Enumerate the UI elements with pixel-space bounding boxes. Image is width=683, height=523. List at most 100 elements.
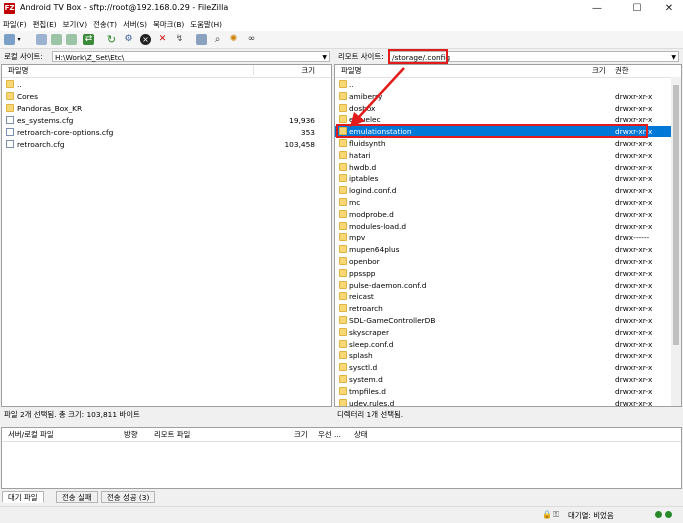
- folder-icon: [339, 304, 347, 313]
- file-name: modprobe.d: [349, 209, 394, 219]
- folder-icon: [339, 162, 347, 171]
- site-manager-icon[interactable]: [4, 34, 15, 45]
- file-permissions: drwxr-xr-x: [615, 292, 653, 302]
- remote-file-row[interactable]: modprobe.d drwxr-xr-x: [335, 209, 671, 220]
- folder-icon: [339, 268, 347, 277]
- local-site-label: 로컬 사이트:: [4, 52, 43, 61]
- folder-icon: [339, 245, 347, 254]
- queue-col-file[interactable]: 서버/로컬 파일: [8, 428, 54, 441]
- toggle-remote-tree-icon[interactable]: [66, 34, 77, 45]
- remote-file-row[interactable]: SDL-GameControllerDB drwxr-xr-x: [335, 315, 671, 326]
- remote-file-row[interactable]: mupen64plus drwxr-xr-x: [335, 244, 671, 255]
- menu-server[interactable]: 서버(S): [120, 18, 150, 31]
- remote-file-row[interactable]: hatari drwxr-xr-x: [335, 150, 671, 161]
- file-name: sleep.conf.d: [349, 339, 394, 349]
- file-permissions: drwxr-xr-x: [615, 268, 653, 278]
- lock-icon: 🔒: [542, 510, 552, 519]
- refresh-icon[interactable]: ↻: [106, 34, 117, 45]
- queue-col-remote[interactable]: 리모트 파일: [154, 428, 190, 441]
- queue-col-status[interactable]: 상태: [354, 428, 368, 441]
- find-files-icon[interactable]: ∞: [246, 34, 257, 45]
- remote-scrollbar-thumb[interactable]: [673, 85, 679, 345]
- tab-queued-files[interactable]: 대기 파일: [2, 491, 44, 503]
- file-permissions: drwxr-xr-x: [615, 351, 653, 361]
- remote-file-row[interactable]: fluidsynth drwxr-xr-x: [335, 138, 671, 149]
- local-file-row[interactable]: Cores: [2, 91, 331, 102]
- minimize-button[interactable]: —: [580, 0, 614, 18]
- folder-icon: [339, 139, 347, 147]
- file-permissions: drwxr-xr-x: [615, 280, 653, 290]
- remote-file-row[interactable]: ppsspp drwxr-xr-x: [335, 268, 671, 279]
- remote-file-row[interactable]: hwdb.d drwxr-xr-x: [335, 162, 671, 173]
- remote-file-row[interactable]: udev.rules.d drwxr-xr-x: [335, 398, 671, 406]
- local-file-row[interactable]: retroarch.cfg 103,458: [2, 139, 331, 150]
- tab-successful-transfers[interactable]: 전송 성공 (3): [101, 491, 156, 503]
- local-site-path-input[interactable]: H:\Work\Z_Set\Etc\ ▼: [52, 51, 330, 62]
- local-file-list[interactable]: 파일명 크기 .. Cores Pandoras_Box_KR es_systems.…: [1, 64, 332, 407]
- menu-transfer[interactable]: 전송(T): [90, 18, 120, 31]
- queue-col-priority[interactable]: 우선 ...: [318, 428, 341, 441]
- remote-file-row[interactable]: sleep.conf.d drwxr-xr-x: [335, 339, 671, 350]
- remote-file-row[interactable]: splash drwxr-xr-x: [335, 350, 671, 361]
- tab-failed-transfers[interactable]: 전송 실패: [56, 491, 98, 503]
- local-file-row[interactable]: ..: [2, 79, 331, 90]
- local-file-row[interactable]: es_systems.cfg 19,936: [2, 115, 331, 126]
- activity-led-send: [655, 511, 662, 518]
- reconnect-icon[interactable]: ↯: [174, 34, 185, 45]
- remote-file-row[interactable]: openbor drwxr-xr-x: [335, 256, 671, 267]
- queue-col-direction[interactable]: 방향: [124, 428, 138, 441]
- file-name: openbor: [349, 257, 380, 266]
- folder-icon: [339, 174, 347, 183]
- chevron-down-icon[interactable]: ▼: [322, 52, 327, 63]
- remote-col-perm[interactable]: 권한: [615, 65, 629, 77]
- local-site-path: H:\Work\Z_Set\Etc\: [55, 53, 125, 62]
- remote-file-row[interactable]: retroarch drwxr-xr-x: [335, 303, 671, 314]
- local-file-row[interactable]: retroarch-core-options.cfg 353: [2, 127, 331, 138]
- folder-icon: [339, 209, 347, 218]
- file-name: hwdb.d: [349, 162, 377, 172]
- folder-icon: [339, 375, 347, 383]
- chevron-down-icon[interactable]: ▼: [671, 52, 676, 63]
- remote-file-row[interactable]: skyscraper drwxr-xr-x: [335, 327, 671, 338]
- remote-col-size[interactable]: 크기: [592, 65, 606, 77]
- process-queue-icon[interactable]: ⚙: [123, 34, 134, 45]
- file-name: fluidsynth: [349, 139, 386, 148]
- folder-icon: [339, 316, 347, 324]
- remote-file-row[interactable]: pulse-daemon.conf.d drwxr-xr-x: [335, 280, 671, 291]
- toggle-local-tree-icon[interactable]: [51, 34, 62, 45]
- remote-file-row[interactable]: sysctl.d drwxr-xr-x: [335, 362, 671, 373]
- chevron-down-icon[interactable]: ▾: [16, 34, 22, 45]
- remote-scrollbar[interactable]: [671, 77, 681, 406]
- close-button[interactable]: ✕: [652, 0, 683, 18]
- menu-edit[interactable]: 편집(E): [30, 18, 60, 31]
- local-col-size[interactable]: 크기: [301, 65, 315, 77]
- menu-bookmarks[interactable]: 북마크(B): [150, 18, 187, 31]
- file-name: sysctl.d: [349, 363, 378, 373]
- transfer-queue[interactable]: 서버/로컬 파일 방향 리모트 파일 크기 우선 ... 상태: [1, 427, 682, 489]
- cancel-icon[interactable]: ×: [140, 34, 151, 45]
- disconnect-icon[interactable]: ✕: [157, 34, 168, 45]
- remote-file-row[interactable]: logind.conf.d drwxr-xr-x: [335, 185, 671, 196]
- toggle-queue-icon[interactable]: ⇄: [83, 34, 94, 45]
- file-name: Cores: [17, 92, 38, 101]
- sync-browse-icon[interactable]: ✺: [228, 34, 239, 45]
- remote-file-row[interactable]: system.d drwxr-xr-x: [335, 374, 671, 385]
- queue-col-size[interactable]: 크기: [294, 428, 308, 441]
- remote-file-row[interactable]: tmpfiles.d drwxr-xr-x: [335, 386, 671, 397]
- remote-file-row[interactable]: reicast drwxr-xr-x: [335, 291, 671, 302]
- file-size: 103,458: [284, 140, 315, 149]
- local-col-name[interactable]: 파일명: [8, 65, 28, 77]
- folder-icon: [339, 280, 347, 289]
- maximize-button[interactable]: ☐: [620, 0, 654, 18]
- search-icon[interactable]: ⌕: [212, 34, 223, 45]
- menu-file[interactable]: 파일(F): [0, 18, 30, 31]
- remote-file-row[interactable]: mc drwxr-xr-x: [335, 197, 671, 208]
- menu-help[interactable]: 도움말(H): [187, 18, 225, 31]
- remote-file-row[interactable]: iptables drwxr-xr-x: [335, 173, 671, 184]
- remote-file-row[interactable]: modules-load.d drwxr-xr-x: [335, 221, 671, 232]
- local-file-row[interactable]: Pandoras_Box_KR: [2, 103, 331, 114]
- menu-view[interactable]: 보기(V): [60, 18, 90, 31]
- directory-filter-icon[interactable]: [196, 34, 207, 45]
- remote-file-row[interactable]: mpv drwx------: [335, 232, 671, 243]
- toggle-message-log-icon[interactable]: [36, 34, 47, 45]
